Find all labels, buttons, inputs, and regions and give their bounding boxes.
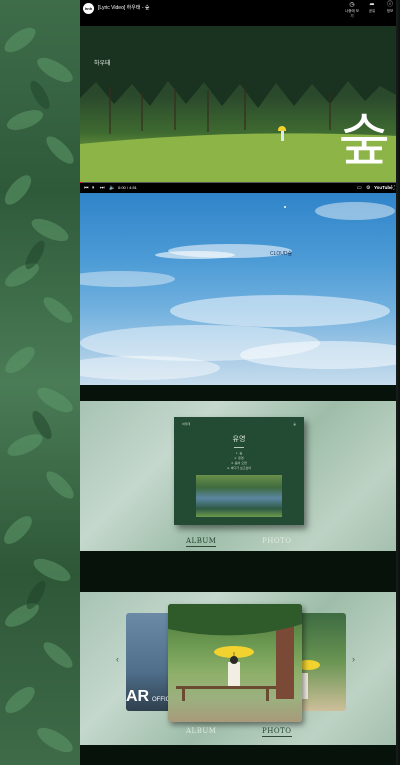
scrollbar[interactable]: [396, 0, 398, 765]
album-divider: [234, 447, 244, 448]
next-arrow-icon[interactable]: ›: [352, 654, 355, 664]
dark-band-3: [80, 745, 398, 765]
dark-band: [80, 385, 398, 401]
previous-icon[interactable]: ⏮: [84, 183, 89, 193]
sky-section: CLOUD숲: [80, 193, 398, 385]
time-display: 0:00 / 4:51: [118, 185, 137, 190]
next-icon[interactable]: ⏭: [100, 183, 105, 193]
clouds: [80, 202, 398, 380]
pause-icon[interactable]: ⏸: [92, 183, 95, 193]
album-track-3: 3. 봄이 오면: [231, 461, 247, 465]
settings-icon[interactable]: ⚙: [366, 183, 370, 193]
album-artist-small: 하우태: [182, 422, 191, 426]
subtitles-icon[interactable]: ▭: [357, 183, 362, 193]
tab-album-underline: [186, 546, 216, 547]
leaf-background: [0, 0, 80, 765]
album-track-4: 4. 바다가 보고싶어: [226, 466, 252, 470]
video-artist-text: 하우태: [94, 60, 111, 67]
fullscreen-icon[interactable]: ⛶: [391, 183, 395, 193]
album-artwork: [196, 475, 282, 517]
album-track-2: 2. 유영: [234, 456, 244, 460]
photo-main[interactable]: [168, 604, 302, 722]
share-icon[interactable]: ➦ 공유: [364, 2, 380, 14]
album-track-1: 1. 숲: [235, 451, 243, 455]
main-content: 하우태 숲 hnh [Lyric Video] 하우태 - 숲 ◷ 나중에 보기 …: [80, 0, 398, 765]
album-name: 유영: [232, 435, 246, 443]
youtube-logo[interactable]: YouTube: [374, 183, 393, 193]
watch-later-label: 나중에 보기: [345, 9, 359, 18]
prev-arrow-icon[interactable]: ‹: [116, 654, 119, 664]
share-label: 공유: [368, 9, 376, 13]
album-cover[interactable]: 하우태 숲 유영 1. 숲 2. 유영 3. 봄이 오면 4. 바다가 보고싶어: [174, 417, 304, 525]
photo-panel: ‹ AR OFFICE › ALBUM PHOTO: [80, 592, 398, 745]
sky-caption: CLOUD숲: [270, 251, 293, 257]
video-title[interactable]: [Lyric Video] 하우태 - 숲: [98, 4, 149, 11]
watch-later-icon[interactable]: ◷ 나중에 보기: [344, 2, 360, 19]
youtube-player[interactable]: 하우태 숲 hnh [Lyric Video] 하우태 - 숲 ◷ 나중에 보기 …: [80, 0, 398, 193]
volume-icon[interactable]: 🔈: [109, 183, 115, 193]
tab-album[interactable]: ALBUM: [186, 537, 216, 545]
tab-photo[interactable]: PHOTO: [262, 537, 291, 545]
youtube-top-bar: hnh [Lyric Video] 하우태 - 숲 ◷ 나중에 보기 ➦ 공유 ⓘ 정…: [80, 0, 398, 22]
tab-album-2[interactable]: ALBUM: [186, 727, 216, 735]
page-root: 하우태 숲 hnh [Lyric Video] 하우태 - 숲 ◷ 나중에 보기 …: [0, 0, 400, 765]
dark-band-2: [80, 551, 398, 592]
tab-photo-underline: [262, 736, 292, 737]
photo-left-text: AR: [126, 688, 150, 705]
video-title-overlay: 숲: [338, 109, 390, 174]
tab-photo-2[interactable]: PHOTO: [262, 727, 291, 735]
channel-avatar[interactable]: hnh: [83, 3, 94, 14]
person-figure: [281, 131, 284, 141]
album-panel: 하우태 숲 유영 1. 숲 2. 유영 3. 봄이 오면 4. 바다가 보고싶어…: [80, 401, 398, 551]
album-title-small: 숲: [293, 422, 296, 426]
sky-dot: [284, 206, 286, 208]
